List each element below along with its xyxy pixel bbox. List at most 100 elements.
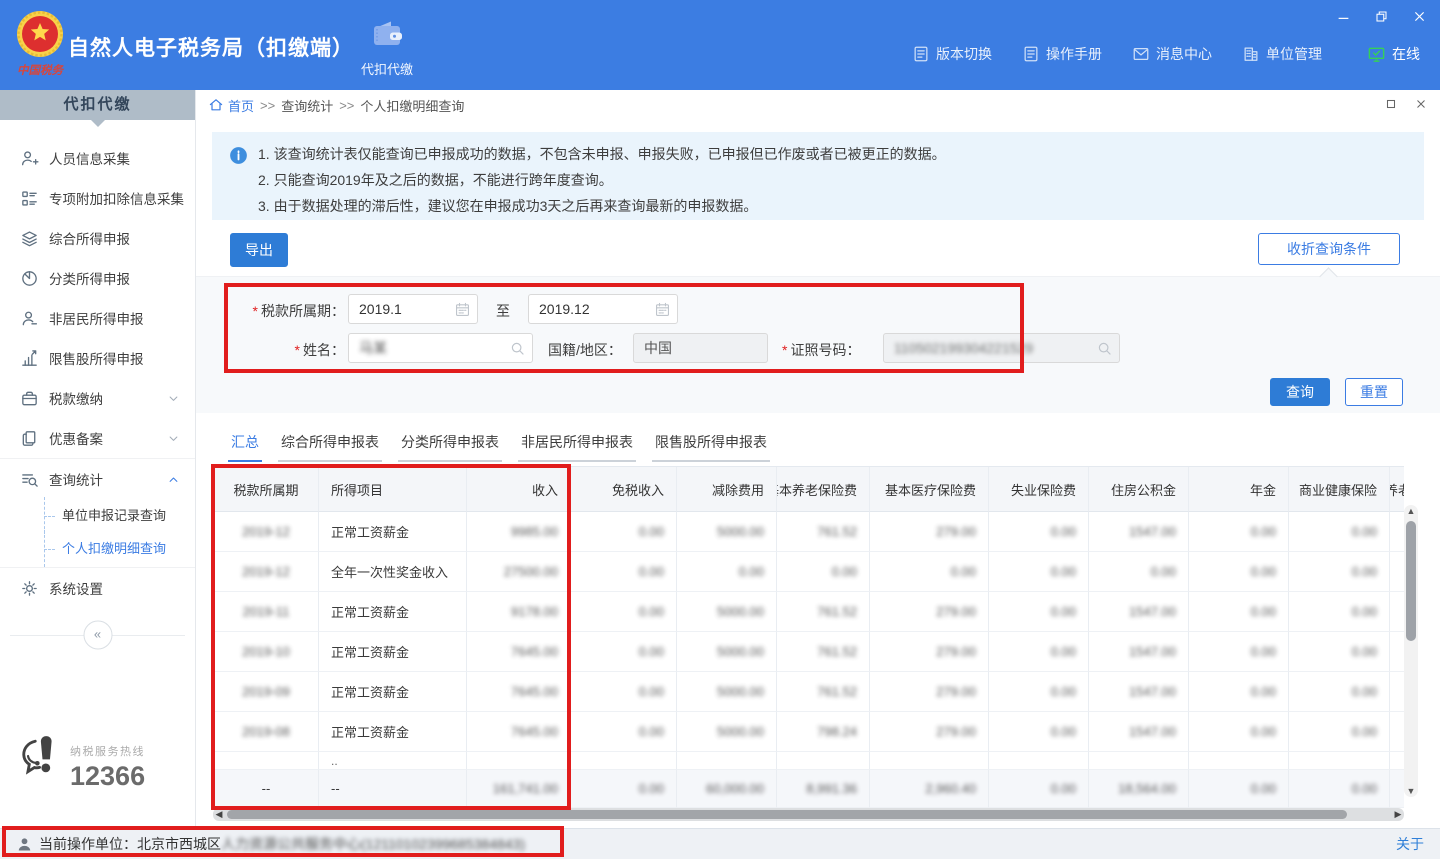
cell-value: 5000.00: [677, 632, 777, 672]
cell-value: 798.24: [777, 712, 870, 752]
sidebar-item-preferential-filing[interactable]: 优惠备案: [0, 418, 195, 458]
cell-total-value: 8,991.36: [777, 770, 870, 808]
cell-value: 0.00: [1289, 512, 1390, 552]
column-header-10: 商业健康保险: [1289, 467, 1390, 512]
table-row[interactable]: 2019-12正常工资薪金9985.000.005000.00761.52279…: [214, 512, 1404, 552]
horizontal-scroll-thumb[interactable]: [227, 810, 1347, 819]
sidebar-item-tax-payment[interactable]: 税款缴纳: [0, 378, 195, 418]
panel-close-button[interactable]: [1414, 97, 1430, 113]
sidebar-subitem-personal-withholding-detail[interactable]: 个人扣缴明细查询: [0, 532, 195, 565]
cell-ellipsis: [467, 752, 571, 770]
cell-value: 0.00: [1390, 632, 1404, 672]
tab-3[interactable]: 非居民所得申报表: [518, 427, 636, 462]
cell-total-period: --: [214, 770, 319, 808]
collapse-query-conditions-button[interactable]: 收折查询条件: [1258, 233, 1400, 265]
header-menu-manual[interactable]: 操作手册: [1022, 44, 1102, 64]
monitor-check-icon: [1367, 45, 1386, 64]
online-status[interactable]: 在线: [1367, 44, 1420, 64]
table-ellipsis-row: ..: [214, 752, 1404, 770]
sidebar-collapse-button[interactable]: «: [83, 621, 112, 650]
cell-value: 0.00: [989, 632, 1089, 672]
result-table: 税款所属期所得项目收入免税收入减除费用基本养老保险费基本医疗保险费失业保险费住房…: [213, 466, 1404, 808]
sidebar-item-comprehensive-income[interactable]: 综合所得申报: [0, 218, 195, 258]
about-link[interactable]: 关于: [1396, 834, 1424, 854]
cell-value: 761.52: [777, 672, 870, 712]
period-from-input[interactable]: 2019.1: [348, 294, 478, 324]
vertical-scroll-thumb[interactable]: [1406, 521, 1416, 641]
period-label: 税款所属期：: [196, 301, 345, 321]
header-menu-message-center[interactable]: 消息中心: [1132, 44, 1212, 64]
table-row[interactable]: 2019-10正常工资薪金7645.000.005000.00761.52279…: [214, 632, 1404, 672]
cell-period: 2019-10: [214, 632, 319, 672]
query-button[interactable]: 查询: [1270, 378, 1330, 406]
column-header-2: 收入: [467, 467, 571, 512]
period-to-input[interactable]: 2019.12: [528, 294, 678, 324]
cell-value: 0.00: [1289, 672, 1390, 712]
cell-value: 0.00: [1390, 712, 1404, 752]
cell-value: 0.00: [571, 512, 677, 552]
tab-0[interactable]: 汇总: [228, 427, 262, 462]
sidebar-item-personnel-info[interactable]: 人员信息采集: [0, 138, 195, 178]
chevron-down-icon: [166, 391, 181, 406]
table-row[interactable]: 2019-08正常工资薪金7645.000.005000.00798.24279…: [214, 712, 1404, 752]
search-icon[interactable]: [1096, 340, 1113, 357]
cell-ellipsis: [1390, 752, 1404, 770]
cell-value: 7645.00: [467, 672, 571, 712]
header-menu-message-center-label: 消息中心: [1156, 44, 1212, 64]
tab-2[interactable]: 分类所得申报表: [398, 427, 502, 462]
notice-line-1: 1. 该查询统计表仅能查询已申报成功的数据，不包含未申报、申报失败，已申报但已作…: [258, 141, 1414, 167]
sidebar-item-special-deduction[interactable]: 专项附加扣除信息采集: [0, 178, 195, 218]
column-header-0: 税款所属期: [214, 467, 319, 512]
hotline-number: 12366: [70, 761, 145, 792]
app-title: 自然人电子税务局（扣缴端）: [68, 32, 354, 62]
panel-maximize-button[interactable]: [1384, 97, 1400, 113]
cell-value: 0.00: [1289, 632, 1390, 672]
cell-value: 0.00: [1189, 672, 1289, 712]
name-input[interactable]: 马某: [348, 333, 533, 363]
query-form: 税款所属期： 2019.1 至 2019.12 姓名： 马某 国籍/地区： 中国…: [196, 276, 1440, 413]
sidebar-item-query-statistics[interactable]: 查询统计: [0, 458, 195, 499]
breadcrumb-home[interactable]: 首页: [228, 96, 254, 115]
horizontal-scrollbar[interactable]: ◀ ▶: [213, 808, 1404, 821]
header-menu-unit-management[interactable]: 单位管理: [1242, 44, 1322, 64]
sidebar-item-comprehensive-income-label: 综合所得申报: [49, 228, 130, 248]
sidebar-item-system-settings[interactable]: 系统设置: [0, 568, 195, 608]
notice-line-2: 2. 只能查询2019年及之后的数据，不能进行跨年度查询。: [258, 167, 1414, 193]
top-nav-withholding[interactable]: 代扣代缴: [348, 18, 426, 78]
hotline-person-icon: [20, 731, 64, 792]
cell-income-item: 正常工资薪金: [319, 672, 467, 712]
table-row[interactable]: 2019-11正常工资薪金9178.000.005000.00761.52279…: [214, 592, 1404, 632]
header-menu-version-switch[interactable]: 版本切换: [912, 44, 992, 64]
top-nav-withholding-label: 代扣代缴: [348, 59, 426, 78]
sidebar-item-nonresident-income[interactable]: 非居民所得申报: [0, 298, 195, 338]
scroll-right-arrow[interactable]: ▶: [1392, 808, 1404, 821]
minimize-button[interactable]: [1332, 6, 1354, 26]
scroll-up-arrow[interactable]: ▲: [1404, 505, 1418, 517]
sidebar-item-classified-income[interactable]: 分类所得申报: [0, 258, 195, 298]
home-icon: [208, 97, 224, 113]
vertical-scrollbar[interactable]: ▲ ▼: [1404, 505, 1418, 797]
close-button[interactable]: [1408, 6, 1430, 26]
cell-total-value: 0.00: [1390, 770, 1404, 808]
cell-value: 761.52: [777, 512, 870, 552]
search-icon[interactable]: [509, 340, 526, 357]
tab-1[interactable]: 综合所得申报表: [278, 427, 382, 462]
cell-total-value: 0.00: [1289, 770, 1390, 808]
tab-4[interactable]: 限售股所得申报表: [652, 427, 770, 462]
cell-value: 279.00: [870, 672, 989, 712]
cell-value: 0.00: [870, 552, 989, 592]
main-content: 首页 >> 查询统计 >> 个人扣缴明细查询 1. 该查询统计表仅能查询已申报成…: [196, 90, 1440, 828]
scroll-left-arrow[interactable]: ◀: [213, 808, 225, 821]
column-header-6: 基本医疗保险费: [870, 467, 989, 512]
restore-button[interactable]: [1370, 6, 1392, 26]
table-header-row: 税款所属期所得项目收入免税收入减除费用基本养老保险费基本医疗保险费失业保险费住房…: [214, 467, 1404, 512]
sidebar-item-restricted-stock[interactable]: 限售股所得申报: [0, 338, 195, 378]
scroll-down-arrow[interactable]: ▼: [1404, 785, 1418, 797]
table-row[interactable]: 2019-09正常工资薪金7645.000.005000.00761.52279…: [214, 672, 1404, 712]
table-row[interactable]: 2019-12全年一次性奖金收入27500.000.000.000.000.00…: [214, 552, 1404, 592]
sidebar-subitem-unit-declare-record[interactable]: 单位申报记录查询: [0, 499, 195, 532]
export-button[interactable]: 导出: [230, 233, 288, 267]
reset-button[interactable]: 重置: [1345, 378, 1403, 406]
cell-value: 279.00: [870, 592, 989, 632]
wallet-icon: [20, 389, 39, 408]
